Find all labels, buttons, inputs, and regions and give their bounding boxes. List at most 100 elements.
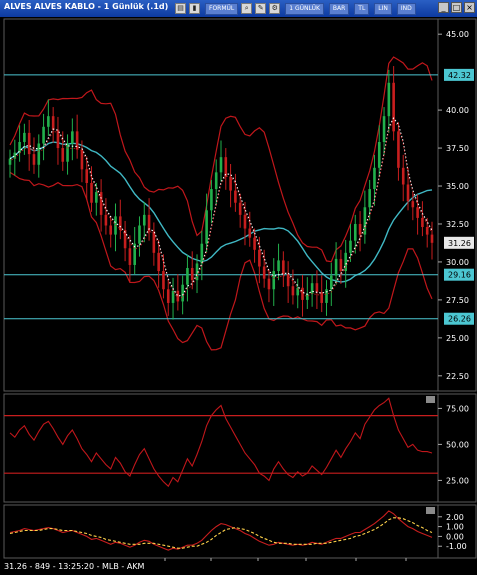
candle-body: [310, 283, 314, 294]
candle-body: [128, 248, 132, 265]
candle-body: [243, 214, 247, 229]
toolbar-indicator-button[interactable]: IND: [396, 2, 416, 15]
candle-body: [229, 176, 232, 191]
candle-body: [186, 268, 189, 285]
price-axis-label: 30.00: [446, 258, 469, 267]
minimize-icon[interactable]: _: [438, 2, 449, 13]
candle-body: [339, 258, 343, 272]
oscillator-axis-label: 50.00: [446, 440, 469, 449]
candle-body: [224, 157, 228, 177]
candle-body: [71, 131, 74, 144]
candle-body: [42, 126, 45, 144]
candle-body: [142, 214, 146, 226]
candle-body: [329, 275, 333, 290]
candle-body: [353, 223, 357, 241]
toolbar-scale-button[interactable]: LIN: [374, 2, 392, 15]
candle-body: [23, 132, 26, 142]
candle-body: [37, 143, 41, 165]
price-axis-label: 26.26: [448, 315, 471, 324]
panel-frame: [3, 393, 439, 503]
candle-body: [85, 169, 89, 183]
candle-body: [397, 131, 400, 168]
candle-body: [61, 148, 65, 162]
candle-body: [258, 249, 261, 267]
candle-body: [262, 266, 266, 279]
macd-axis-label: 0.00: [446, 532, 464, 541]
price-axis-label: 40.00: [446, 106, 469, 115]
toolbar-formula-button[interactable]: FORMÜL: [205, 2, 239, 15]
zoom-icon[interactable]: ⌕: [241, 3, 253, 14]
candle-body: [205, 210, 208, 244]
candle-body: [315, 283, 319, 293]
candle-body: [51, 116, 55, 130]
candle-body: [421, 217, 424, 228]
chart-icon[interactable]: ▤: [175, 3, 186, 14]
candle-body: [95, 192, 98, 203]
candle-body: [277, 260, 280, 272]
candle-body: [27, 132, 31, 155]
candle-body: [387, 82, 391, 117]
candle-body: [377, 141, 381, 168]
title-bar: ALVES ALVES KABLO - 1 Günlük (.1d) ▤ ▮ F…: [0, 0, 477, 17]
candle-body: [104, 214, 108, 226]
pencil-icon[interactable]: ✎: [255, 3, 267, 14]
macd-line: [9, 510, 433, 551]
candle-body: [219, 157, 223, 173]
candle-body: [162, 271, 165, 290]
candle-body: [349, 240, 352, 253]
price-axis-label: 29.16: [448, 271, 471, 280]
candle-body: [157, 252, 160, 272]
chart-area[interactable]: 45.00 42.32 40.00 37.50 35.00 32.50 31.26 30.00…: [0, 17, 477, 562]
toolbar: ▤ ▮ FORMÜL ⌕ ✎ ⚙ 1 GÜNLÜK BAR TL LIN IND: [175, 2, 416, 15]
candle-icon[interactable]: ▮: [189, 3, 200, 14]
candle-body: [47, 116, 50, 127]
price-axis-label: 37.50: [446, 144, 469, 153]
candle-body: [334, 258, 338, 276]
candle-body: [392, 82, 395, 132]
candle-body: [32, 154, 36, 165]
candle-body: [190, 268, 194, 281]
macd-axis-label: -1.00: [446, 542, 467, 551]
price-axis-label: 27.50: [446, 296, 469, 305]
gear-icon[interactable]: ⚙: [269, 3, 281, 14]
candle-body: [373, 167, 376, 190]
maximize-icon[interactable]: □: [451, 2, 462, 13]
candle-body: [301, 287, 304, 300]
price-axis-label: 25.00: [446, 334, 469, 343]
toolbar-currency-button[interactable]: TL: [354, 2, 370, 15]
candle-body: [253, 237, 256, 250]
candle-body: [425, 227, 429, 235]
panel-menu-icon: [426, 396, 435, 403]
macd-axis-label: 2.00: [446, 513, 464, 522]
price-axis-label: 22.50: [446, 372, 469, 381]
candle-body: [214, 172, 218, 190]
price-axis-label: 35.00: [446, 182, 469, 191]
candle-body: [416, 207, 419, 218]
candle-body: [181, 284, 184, 302]
candle-body: [18, 141, 21, 153]
price-axis-label: 42.32: [448, 71, 471, 80]
close-icon[interactable]: ×: [464, 2, 475, 13]
oscillator-axis-label: 75.00: [446, 404, 469, 413]
candle-body: [176, 290, 180, 302]
price-axis-label: 31.26: [448, 239, 471, 248]
toolbar-period-button[interactable]: 1 GÜNLÜK: [285, 2, 324, 15]
candle-body: [238, 202, 242, 215]
toolbar-bar-button[interactable]: BAR: [328, 2, 350, 15]
candle-body: [286, 274, 290, 287]
window-controls: _ □ ×: [438, 2, 475, 13]
candle-body: [200, 243, 204, 264]
candle-body: [382, 116, 386, 142]
macd-axis-label: 1.00: [446, 523, 464, 532]
panel-menu-icon: [426, 507, 435, 514]
candle-body: [99, 192, 103, 215]
candle-body: [90, 182, 93, 203]
candle-body: [8, 158, 12, 165]
candle-body: [291, 286, 295, 296]
macd-signal-line: [9, 517, 433, 549]
candle-body: [344, 252, 347, 272]
candle-body: [282, 260, 285, 275]
candle-body: [430, 234, 434, 243]
window-title: ALVES ALVES KABLO - 1 Günlük (.1d): [4, 2, 169, 11]
candle-body: [109, 225, 113, 235]
